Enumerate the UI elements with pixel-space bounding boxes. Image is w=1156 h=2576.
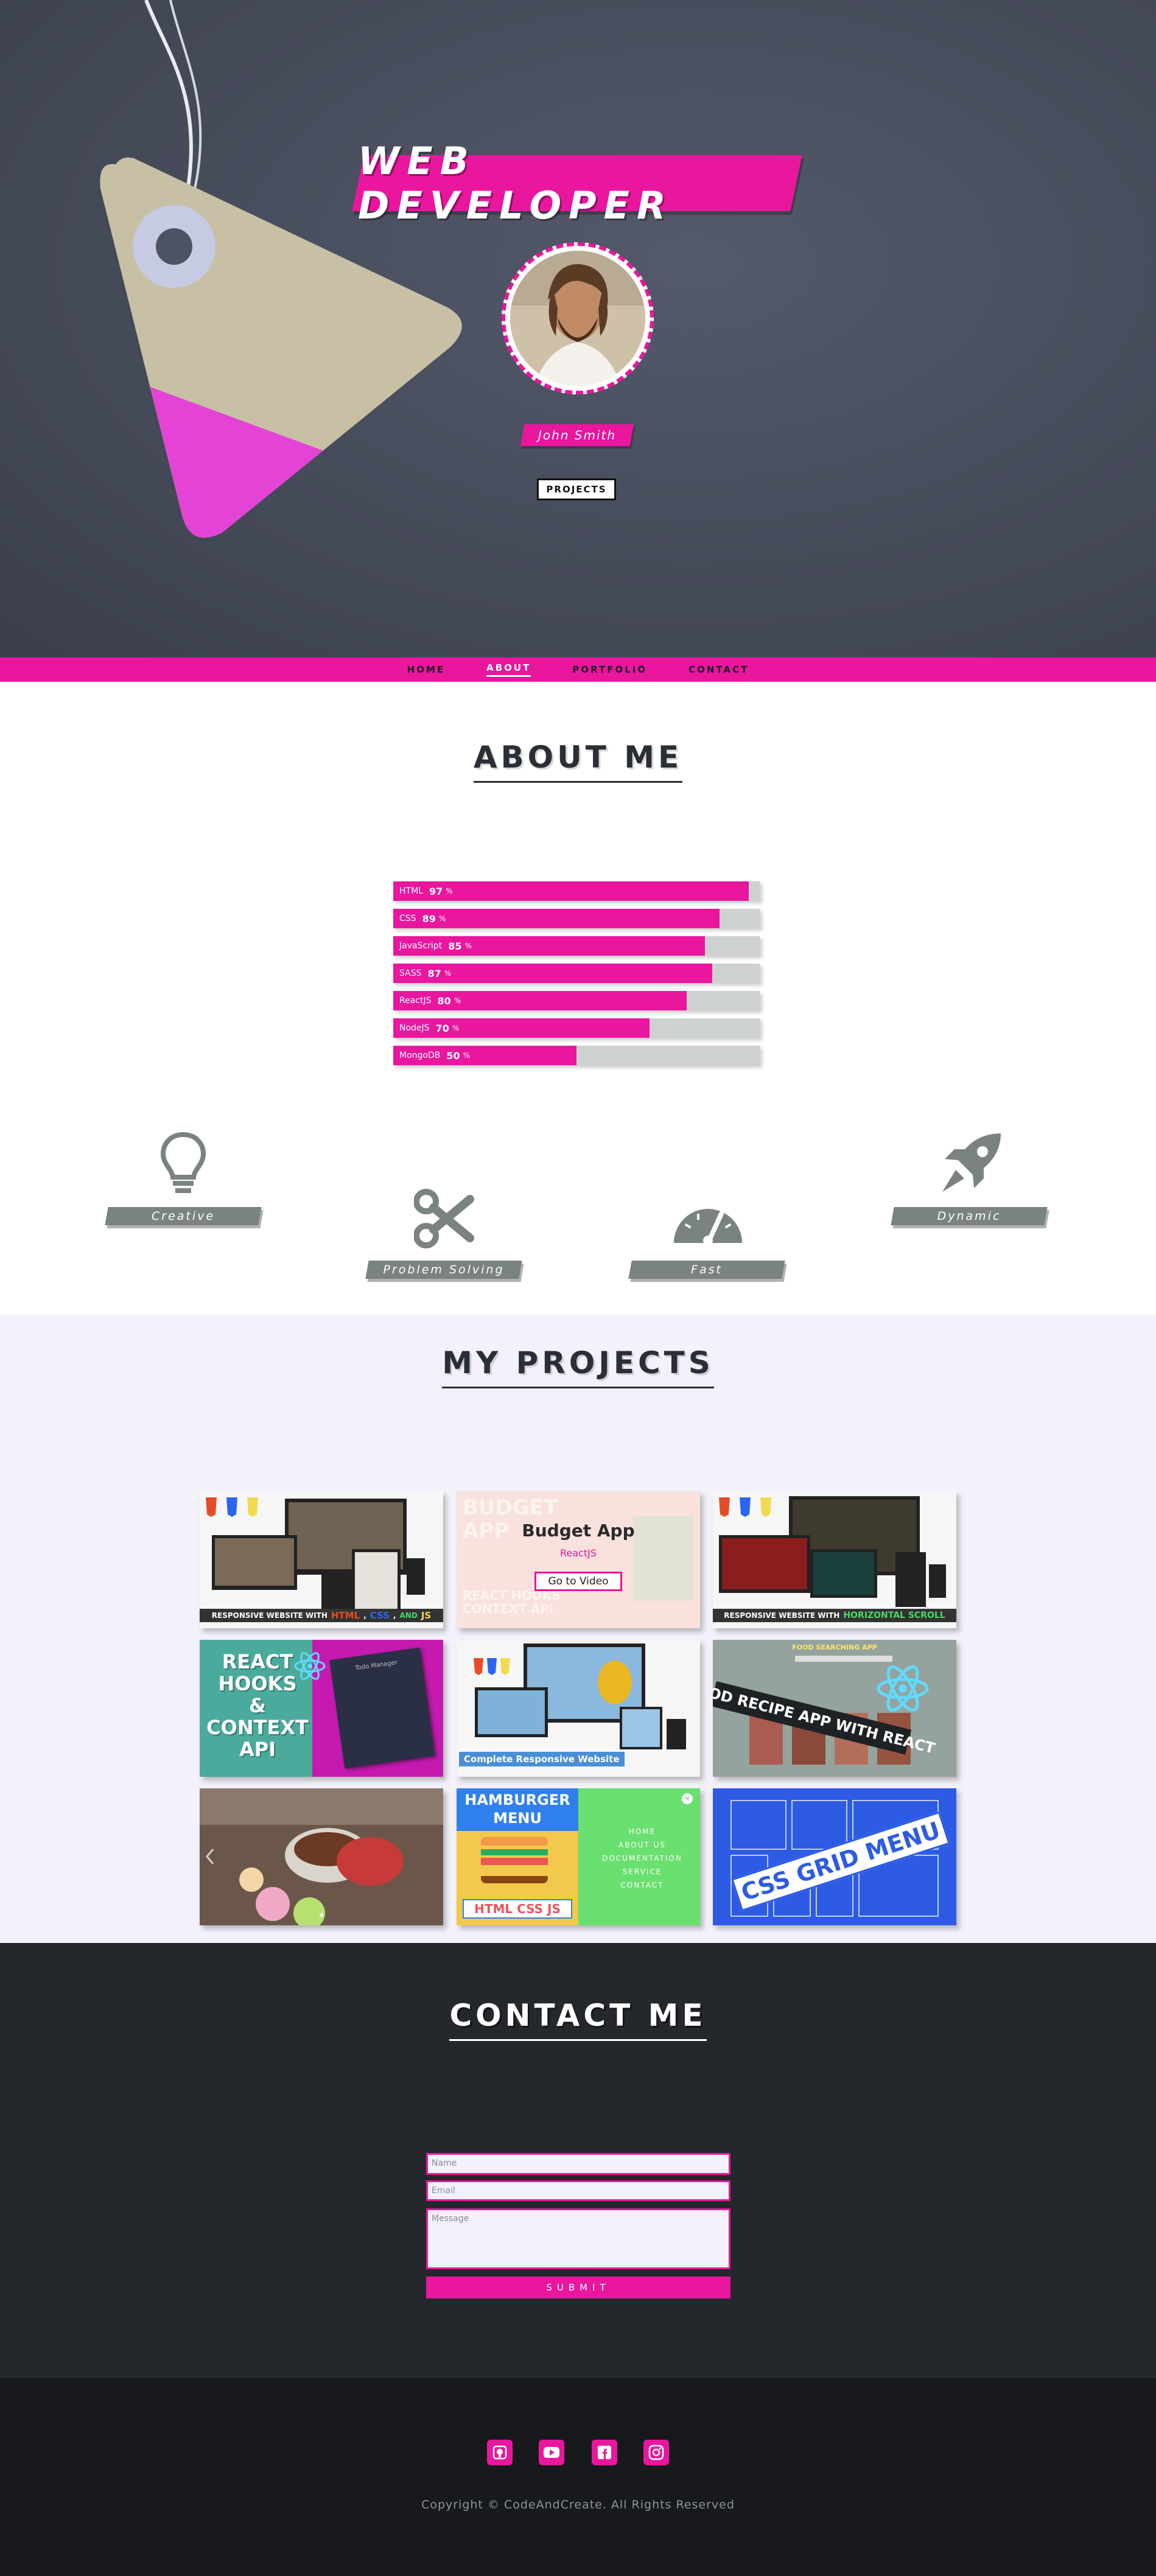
nav-about-label: ABOUT <box>486 662 531 677</box>
feature-fast: Fast <box>691 1263 723 1276</box>
project-card-react-hooks[interactable]: Todo Manager REACT HOOKS & CONTEXT API <box>200 1640 443 1777</box>
skill-label: ReactJS 80% <box>399 995 461 1007</box>
project-card-image-slider[interactable] <box>200 1788 443 1925</box>
nav-contact[interactable]: CONTACT <box>668 657 769 682</box>
react-icon <box>877 1665 929 1712</box>
footer <box>0 2378 1156 2576</box>
hero-section: WEB DEVELOPER John Smith PROJECTS <box>0 0 1156 657</box>
feature-problem-solving: Problem Solving <box>383 1263 505 1276</box>
scissors-icon <box>414 1189 474 1248</box>
skill-bar-javascript: JavaScript 85% <box>393 936 760 956</box>
nav-about[interactable]: ABOUT <box>466 657 552 682</box>
nav-home[interactable]: HOME <box>387 657 466 682</box>
card-caption: RESPONSIVE WEBSITE WITH HORIZONTAL SCROL… <box>724 1611 945 1620</box>
card-bg-text-2: REACT HOOKS CONTEXT API <box>463 1588 561 1616</box>
skill-bar-nodejs: NodeJS 70% <box>393 1018 760 1038</box>
project-thumbnail <box>713 1496 956 1622</box>
project-thumbnail <box>200 1788 443 1925</box>
skill-bar-html: HTML 97% <box>393 881 760 901</box>
skill-bar-sass: SASS 87% <box>393 964 760 983</box>
skill-label: JavaScript 85% <box>399 940 472 952</box>
github-icon[interactable] <box>487 2440 513 2465</box>
burger-layer <box>481 1849 548 1855</box>
about-title: ABOUT ME <box>0 740 1156 783</box>
skill-label: NodeJS 70% <box>399 1022 460 1034</box>
instagram-icon[interactable] <box>643 2440 669 2465</box>
lightbulb-icon <box>161 1132 206 1193</box>
burger-layer <box>481 1837 548 1846</box>
todo-panel: Todo Manager <box>329 1647 435 1769</box>
project-card-budget-app[interactable]: BUDGET APP REACT HOOKS CONTEXT API Budge… <box>457 1491 700 1628</box>
burger-layer <box>481 1876 548 1883</box>
skill-bar-reactjs: ReactJS 80% <box>393 991 760 1010</box>
feature-creative: Creative <box>151 1209 215 1223</box>
copyright-text: Copyright © CodeAndCreate. All Rights Re… <box>421 2498 735 2511</box>
feature-dynamic: Dynamic <box>937 1209 1001 1223</box>
facebook-icon[interactable] <box>592 2440 617 2465</box>
project-card-food-recipe[interactable]: FOOD SEARCHING APP FOOD RECIPE APP WITH … <box>713 1640 956 1777</box>
name-field[interactable]: Name <box>426 2153 730 2175</box>
project-card-horizontal-scroll[interactable]: RESPONSIVE WEBSITE WITH HORIZONTAL SCROL… <box>713 1491 956 1628</box>
project-card-complete-website[interactable]: Complete Responsive Website <box>457 1640 700 1777</box>
card-subtitle: ReactJS <box>560 1547 597 1559</box>
hero-name: John Smith <box>538 428 617 443</box>
nav-home-label: HOME <box>407 664 446 675</box>
nav-portfolio[interactable]: PORTFOLIO <box>552 657 668 682</box>
message-field[interactable]: Message <box>426 2208 730 2269</box>
project-card-hamburger-menu[interactable]: HAMBURGER MENU HTML CSS JS HOME ABOUT US… <box>457 1788 700 1925</box>
skill-label: CSS 89% <box>399 912 446 925</box>
contact-title: CONTACT ME <box>0 1998 1156 2041</box>
skill-label: HTML 97% <box>399 885 453 897</box>
search-bar-decoration <box>795 1656 892 1662</box>
nav-contact-label: CONTACT <box>688 664 749 675</box>
card-caption: Complete Responsive Website <box>459 1752 625 1766</box>
email-field[interactable]: Email <box>426 2180 730 2201</box>
project-card-css-grid-menu[interactable]: CSS GRID MENU <box>713 1788 956 1925</box>
project-card-responsive-website[interactable]: RESPONSIVE WEBSITE WITH HTML, CSS, AND J… <box>200 1491 443 1628</box>
go-to-video-button[interactable]: Go to Video <box>534 1572 622 1591</box>
card-caption: RESPONSIVE WEBSITE WITH HTML, CSS, AND J… <box>211 1610 432 1621</box>
projects-button[interactable]: PROJECTS <box>537 478 616 500</box>
avatar-photo <box>510 251 645 386</box>
card-header: FOOD SEARCHING APP <box>792 1643 877 1651</box>
card-title: HAMBURGER MENU <box>457 1788 578 1831</box>
speedometer-icon <box>674 1209 742 1245</box>
projects-title: MY PROJECTS <box>0 1345 1156 1388</box>
nav-portfolio-label: PORTFOLIO <box>572 664 648 675</box>
skill-bar-mongodb: MongoDB 50% <box>393 1046 760 1065</box>
main-nav: HOME ABOUT PORTFOLIO CONTACT <box>0 657 1156 682</box>
close-icon: ✕ <box>682 1793 693 1804</box>
burger-layer <box>481 1867 548 1874</box>
rocket-icon <box>942 1133 1001 1192</box>
youtube-icon[interactable] <box>539 2440 564 2465</box>
skill-label: MongoDB 50% <box>399 1049 471 1062</box>
menu-preview: HOME ABOUT US DOCUMENTATION SERVICE CONT… <box>602 1827 682 1889</box>
avatar <box>502 242 654 394</box>
skill-bar-css: CSS 89% <box>393 909 760 928</box>
react-icon <box>294 1652 326 1680</box>
card-tech: HTML CSS JS <box>463 1899 572 1919</box>
submit-button[interactable]: SUBMIT <box>426 2277 730 2298</box>
burger-layer <box>481 1858 548 1865</box>
card-title: Budget App <box>522 1521 635 1541</box>
skill-label: SASS 87% <box>399 967 452 979</box>
project-thumbnail <box>200 1497 443 1622</box>
hero-title: WEB DEVELOPER <box>358 139 673 228</box>
